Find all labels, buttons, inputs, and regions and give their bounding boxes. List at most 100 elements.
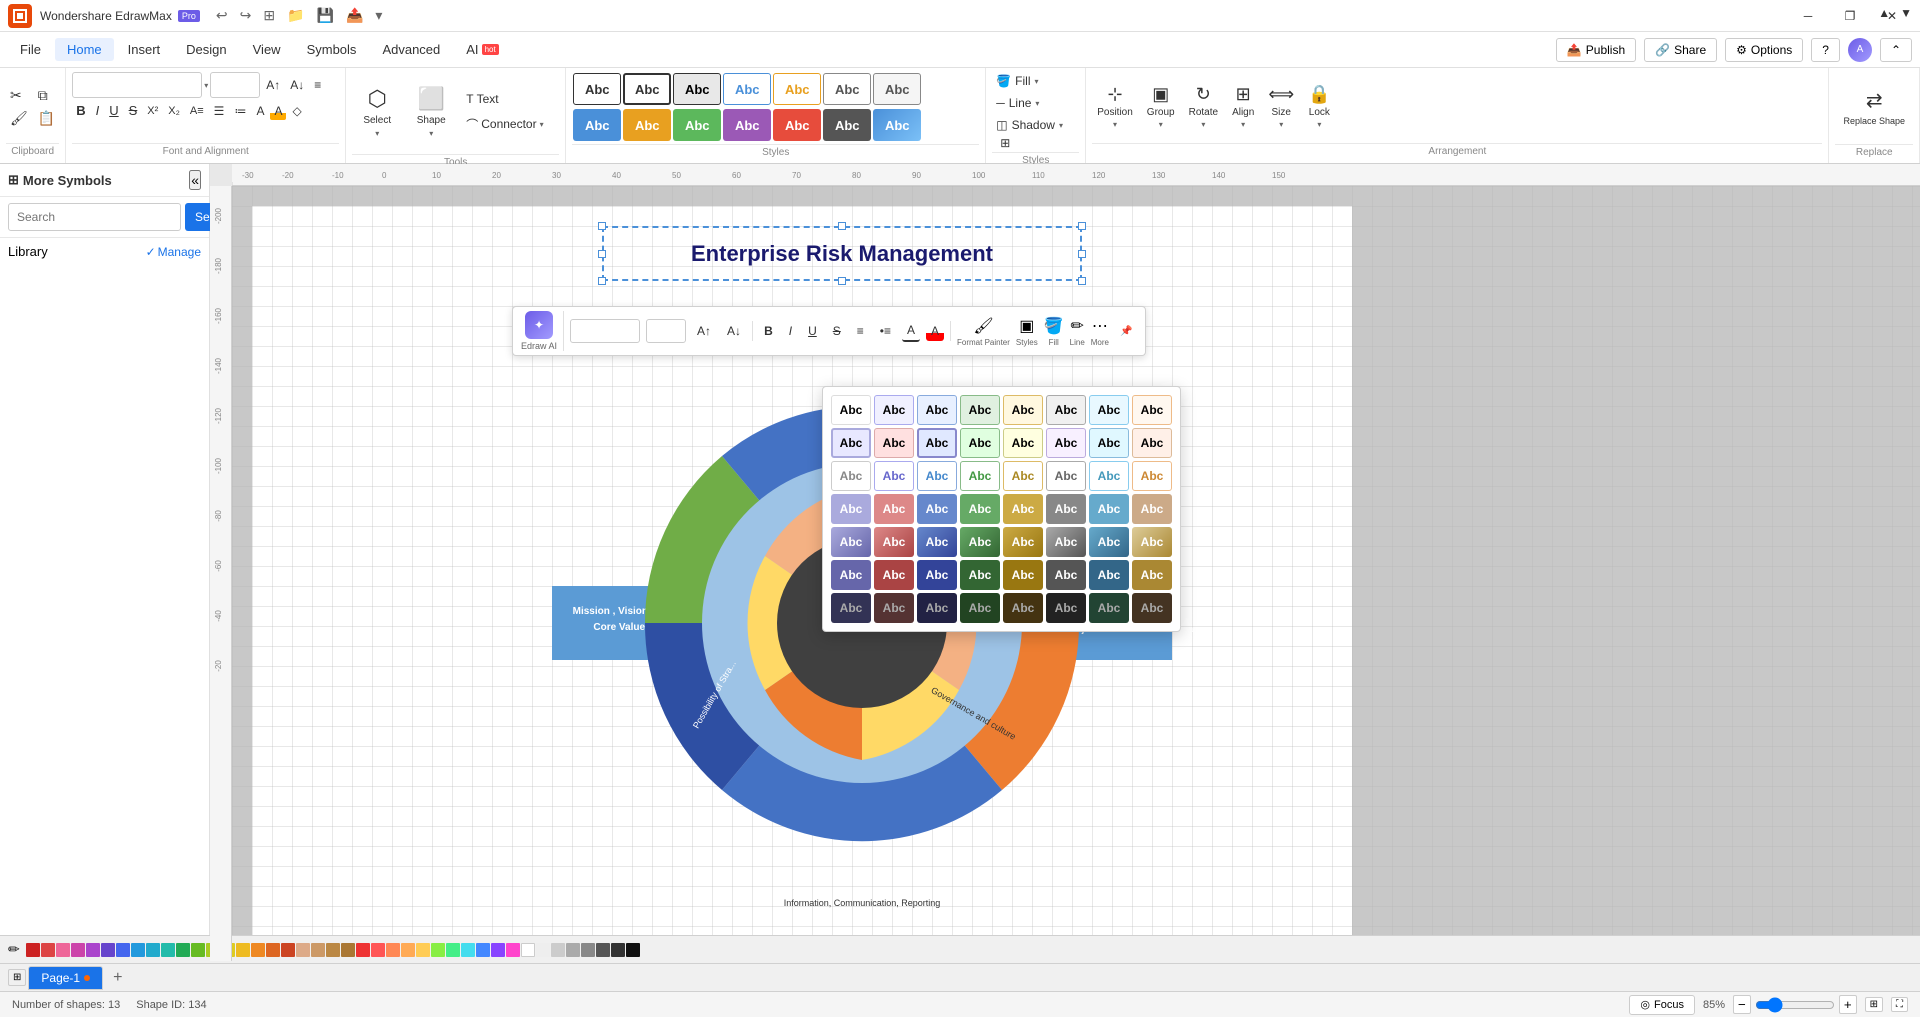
ft-textcolor-btn[interactable]: A [902,320,920,342]
ps-1-7[interactable]: Abc [1089,395,1129,425]
superscript-btn[interactable]: X² [143,103,162,119]
ps-4-5[interactable]: Abc [1003,494,1043,524]
focus-btn[interactable]: ◎ Focus [1629,995,1695,1015]
ft-more-btn[interactable]: ⋯ More [1091,316,1109,347]
style-swatch-13[interactable]: Abc [823,109,871,141]
ps-1-6[interactable]: Abc [1046,395,1086,425]
ps-7-6[interactable]: Abc [1046,593,1086,623]
ps-6-6[interactable]: Abc [1046,560,1086,590]
ps-2-2[interactable]: Abc [874,428,914,458]
ps-7-7[interactable]: Abc [1089,593,1129,623]
manage-link[interactable]: ✓ Manage [146,245,201,259]
ps-4-2[interactable]: Abc [874,494,914,524]
replace-shape-btn[interactable]: ⇄ Replace Shape [1835,72,1913,142]
ps-3-6[interactable]: Abc [1046,461,1086,491]
ps-5-3[interactable]: Abc [917,527,957,557]
menu-home[interactable]: Home [55,38,114,61]
ps-6-3[interactable]: Abc [917,560,957,590]
ps-2-3[interactable]: Abc [917,428,957,458]
color-peach[interactable] [401,943,415,957]
align-diamond-btn[interactable]: ◇ [288,102,305,120]
style-swatch-14[interactable]: Abc [873,109,921,141]
text-format-btn[interactable]: A≡ [186,103,208,119]
styles-up-btn[interactable]: ▲ [1874,4,1894,22]
line-btn[interactable]: ─ Line ▾ [992,94,1072,112]
color-salmon[interactable] [386,943,400,957]
fullscreen-btn[interactable]: ⛶ [1891,997,1908,1012]
lock-btn[interactable]: 🔒 Lock ▾ [1303,81,1335,132]
ps-2-5[interactable]: Abc [1003,428,1043,458]
ps-6-2[interactable]: Abc [874,560,914,590]
ps-1-8[interactable]: Abc [1132,395,1172,425]
ft-bold-btn[interactable]: B [759,321,778,341]
color-amber[interactable] [236,943,250,957]
fit-page-btn[interactable]: ⊞ [1865,997,1883,1012]
menu-file[interactable]: File [8,38,53,61]
color-dark-orange[interactable] [281,943,295,957]
share-btn[interactable]: 🔗 Share [1644,38,1717,62]
ps-5-6[interactable]: Abc [1046,527,1086,557]
ps-5-8[interactable]: Abc [1132,527,1172,557]
ft-highlight-btn[interactable]: A [926,321,944,341]
color-lime[interactable] [191,943,205,957]
color-black[interactable] [626,943,640,957]
canvas-content[interactable]: Enterprise Risk Management Mission , Vis… [232,186,1920,961]
ft-font-input[interactable]: Arial [570,319,640,343]
copy-format-btn[interactable]: 🖌 [6,108,32,129]
collapse-panel-btn[interactable]: ⌃ [1880,38,1912,62]
style-swatch-10[interactable]: Abc [673,109,721,141]
color-dark-gray[interactable] [581,943,595,957]
fls-expand-btn[interactable]: ⊞ [996,134,1079,152]
ps-3-4[interactable]: Abc [960,461,1000,491]
menu-design[interactable]: Design [174,38,238,61]
ps-3-7[interactable]: Abc [1089,461,1129,491]
ps-4-1[interactable]: Abc [831,494,871,524]
ps-4-6[interactable]: Abc [1046,494,1086,524]
font-family-select[interactable]: Arial [72,72,202,98]
ps-2-4[interactable]: Abc [960,428,1000,458]
style-swatch-6[interactable]: Abc [823,73,871,105]
handle-tl[interactable] [598,222,606,230]
handle-tm[interactable] [838,222,846,230]
font-size-input[interactable]: 24 [210,72,260,98]
options-btn[interactable]: ⚙ Options [1725,38,1803,62]
ps-3-3[interactable]: Abc [917,461,957,491]
avatar[interactable]: A [1848,38,1872,62]
menu-symbols[interactable]: Symbols [295,38,369,61]
ps-3-8[interactable]: Abc [1132,461,1172,491]
shape-btn[interactable]: ⬜ Shape ▾ [406,72,456,152]
ft-italic-btn[interactable]: I [784,321,797,341]
title-container[interactable]: Enterprise Risk Management [602,226,1082,281]
group-btn[interactable]: ▣ Group ▾ [1142,81,1180,132]
menu-advanced[interactable]: Advanced [370,38,452,61]
ft-bullet-btn[interactable]: •≡ [875,321,896,341]
subscript-btn[interactable]: X₂ [164,103,184,119]
shadow-btn[interactable]: ◫ Shadow ▾ [992,116,1072,134]
color-red2[interactable] [41,943,55,957]
color-pink[interactable] [56,943,70,957]
menu-insert[interactable]: Insert [116,38,173,61]
cut-btn[interactable]: ✂ [6,85,32,106]
ft-fill-btn[interactable]: 🪣 Fill [1044,316,1064,347]
ps-5-4[interactable]: Abc [960,527,1000,557]
size-btn[interactable]: ⟺ Size ▾ [1263,81,1299,132]
handle-tr[interactable] [1078,222,1086,230]
color-bright-purple[interactable] [491,943,505,957]
ps-2-7[interactable]: Abc [1089,428,1129,458]
handle-mr[interactable] [1078,250,1086,258]
color-cyan[interactable] [146,943,160,957]
color-bright-blue[interactable] [476,943,490,957]
bullet-list-btn[interactable]: ☰ [210,102,229,120]
style-swatch-7[interactable]: Abc [873,73,921,105]
increase-font-btn[interactable]: A↑ [262,76,284,94]
fill-btn[interactable]: 🪣 Fill ▾ [992,72,1072,90]
color-sky[interactable] [131,943,145,957]
more-title-btn[interactable]: ▾ [371,5,386,26]
color-green[interactable] [176,943,190,957]
color-darker-gray[interactable] [596,943,610,957]
color-hot-pink[interactable] [506,943,520,957]
ps-5-1[interactable]: Abc [831,527,871,557]
ps-7-2[interactable]: Abc [874,593,914,623]
style-swatch-1[interactable]: Abc [573,73,621,105]
color-blue[interactable] [116,943,130,957]
